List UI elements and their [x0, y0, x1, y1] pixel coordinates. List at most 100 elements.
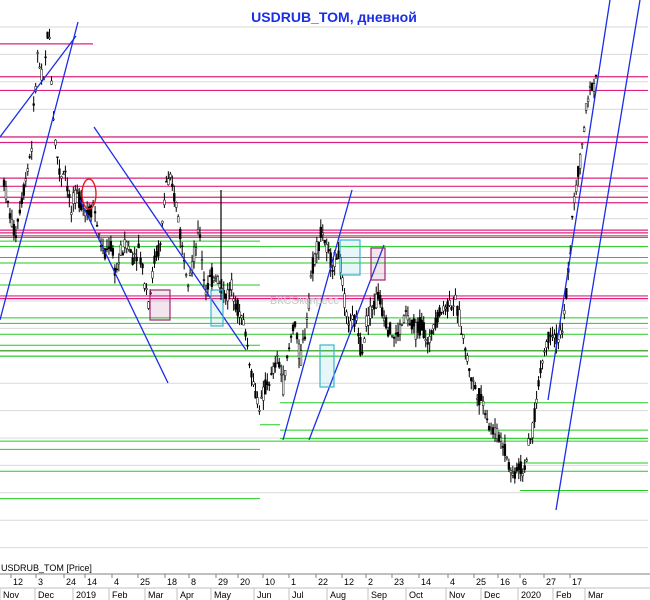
candle-body: [559, 329, 562, 335]
candle-body: [46, 31, 49, 39]
candle-body: [541, 360, 544, 364]
candle-body: [543, 350, 546, 353]
candle-body: [347, 323, 350, 326]
highlight-box: [319, 344, 335, 388]
candle-body: [22, 184, 25, 196]
x-tick-day-label: 18: [167, 577, 177, 587]
candle-body: [26, 168, 29, 172]
candle-body: [256, 397, 259, 405]
candle-body: [363, 338, 366, 343]
candle-body: [117, 262, 120, 265]
candle-body: [125, 241, 128, 249]
x-axis: 12 3 24 14 4 25 18 8 29 20 10 1 22 12 2 23 14 4 25 16 6 27 17N…: [0, 573, 650, 600]
candle-body: [400, 324, 404, 326]
candle-body: [284, 370, 287, 377]
candle-body: [165, 180, 168, 183]
candle-body: [357, 333, 360, 337]
candle-body: [527, 438, 530, 446]
candle-body: [594, 74, 598, 77]
x-tick-day-label: 14: [421, 577, 431, 587]
x-tick-day-label: 24: [66, 577, 76, 587]
candle-body: [200, 259, 204, 262]
candle-body: [416, 321, 419, 333]
candle-body: [190, 261, 194, 271]
x-tick-month-label: Mar: [588, 590, 604, 600]
candle-body: [345, 311, 348, 317]
x-tick-day-label: 2: [368, 577, 373, 587]
candle-body: [16, 219, 20, 222]
candle-body: [274, 362, 277, 368]
candle-body: [525, 459, 528, 462]
x-tick-day-label: 1: [291, 577, 296, 587]
x-tick-day-label: 17: [572, 577, 582, 587]
candle-body: [135, 256, 138, 262]
candle-body: [505, 456, 509, 459]
candle-body: [127, 246, 130, 250]
candle-body: [181, 245, 184, 248]
candle-body: [460, 333, 463, 335]
candle-body: [293, 321, 297, 327]
candle-body: [539, 368, 542, 374]
candle-body: [115, 268, 119, 271]
candle-body: [299, 350, 303, 366]
candle-body: [87, 206, 91, 216]
candle-body: [105, 248, 109, 251]
candle-body: [424, 339, 427, 342]
x-tick-month-label: Feb: [556, 590, 572, 600]
candle-body: [206, 283, 210, 290]
candle-body: [56, 156, 59, 158]
x-tick-month-label: Jul: [292, 590, 304, 600]
x-tick-day-label: 27: [546, 577, 556, 587]
candle-body: [64, 170, 67, 173]
x-tick-day-label: 25: [140, 577, 150, 587]
candle-body: [210, 267, 214, 287]
candle-body: [157, 244, 160, 257]
x-tick-day-label: 12: [13, 577, 23, 587]
candle-body: [509, 470, 513, 473]
candle-body: [373, 300, 376, 310]
candle-body: [386, 329, 390, 337]
candle-body: [155, 251, 158, 257]
candle-body: [161, 220, 164, 224]
candle-body: [343, 293, 346, 308]
candle-body: [305, 317, 309, 320]
candle-body: [485, 418, 489, 421]
candle-body: [177, 216, 180, 223]
candle-body: [121, 252, 124, 256]
candle-body: [212, 277, 216, 282]
candle-body: [501, 446, 505, 448]
candle-body: [584, 103, 588, 111]
candle-body: [464, 348, 467, 351]
candle-body: [260, 396, 263, 399]
candle-body: [24, 178, 27, 182]
candle-body: [432, 324, 435, 330]
candle-body: [74, 190, 77, 204]
candle-body: [54, 139, 57, 146]
candle-body: [515, 467, 518, 471]
x-tick-month-label: 2019: [76, 590, 96, 600]
candle-body: [337, 250, 340, 259]
candle-body: [430, 330, 433, 335]
candle-body: [361, 351, 364, 354]
chart-title: USDRUB_TOM, дневной: [251, 9, 417, 25]
candle-body: [297, 343, 301, 359]
candle-body: [173, 193, 176, 202]
candle-body: [535, 398, 538, 404]
x-tick-day-label: 16: [500, 577, 510, 587]
candle-body: [428, 336, 431, 343]
candle-body: [351, 314, 354, 320]
x-tick-day-label: 6: [522, 577, 527, 587]
candle-body: [410, 320, 414, 330]
x-tick-day-label: 20: [240, 577, 250, 587]
x-tick-month-label: Dec: [484, 590, 501, 600]
candle-body: [230, 279, 233, 290]
candle-body: [137, 243, 140, 249]
candle-body: [68, 194, 71, 199]
candle-body: [252, 381, 255, 386]
candle-body: [440, 311, 443, 314]
candle-body: [523, 465, 526, 470]
x-tick-day-label: 25: [476, 577, 486, 587]
candle-body: [519, 461, 522, 474]
candle-body: [167, 178, 170, 185]
candle-body: [2, 179, 6, 187]
